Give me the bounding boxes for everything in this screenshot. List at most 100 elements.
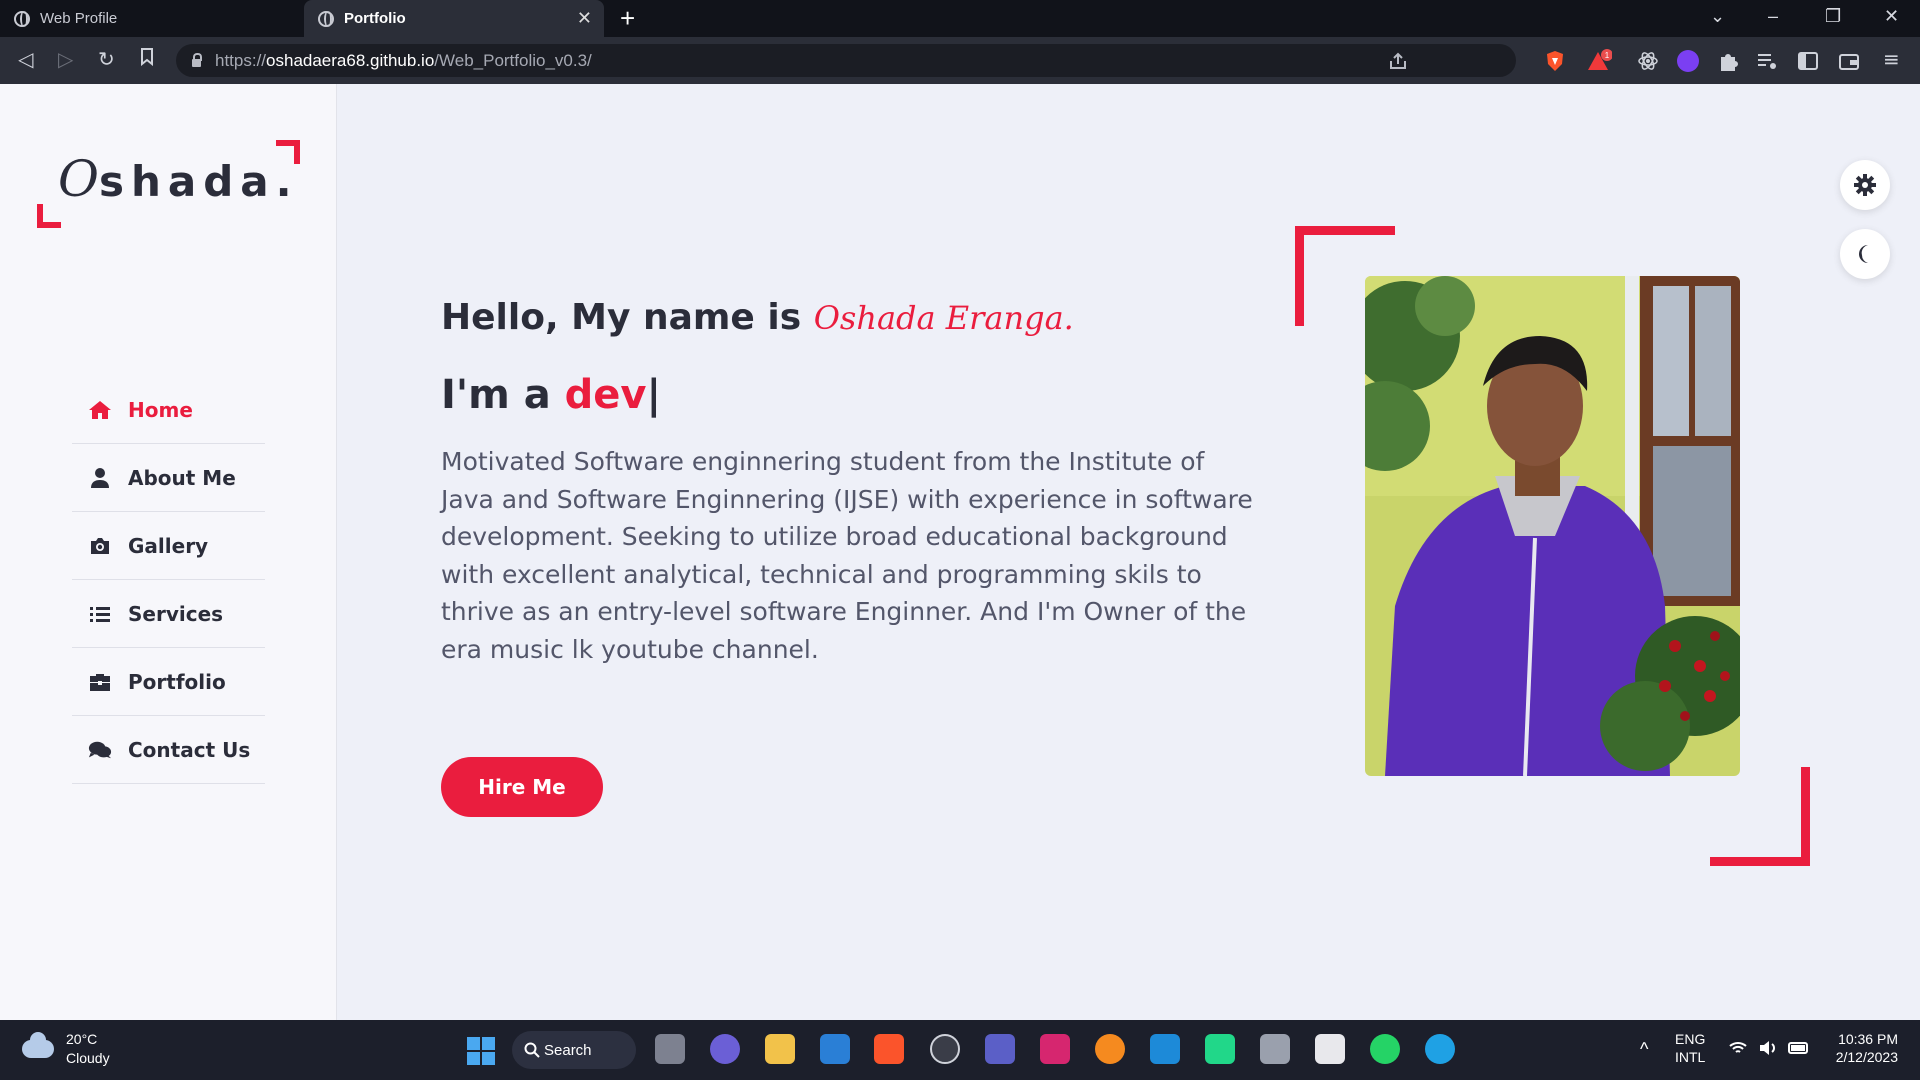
tab-label: Web Profile: [40, 10, 118, 27]
bookmark-icon[interactable]: [140, 47, 154, 71]
share-icon[interactable]: [1388, 52, 1408, 70]
restore-button[interactable]: ❐: [1825, 6, 1841, 27]
weather-condition: Cloudy: [66, 1050, 110, 1066]
media-queue-icon[interactable]: [1756, 50, 1778, 72]
hero-about-text: Motivated Software enginnering student f…: [441, 447, 1253, 664]
photo-bracket-top: [1295, 226, 1395, 235]
hero-greeting: Hello, My name is Oshada Eranga.: [441, 297, 1074, 338]
system-clock[interactable]: 10:36 PM 2/12/2023: [1828, 1030, 1898, 1066]
tab-portfolio[interactable]: Portfolio ✕: [304, 0, 604, 37]
edge-icon[interactable]: [1425, 1034, 1455, 1064]
user-icon: [88, 467, 112, 488]
sidebar-item-label: Gallery: [128, 533, 209, 558]
menu-icon[interactable]: ≡: [1883, 47, 1900, 71]
tab-search-dropdown-icon[interactable]: ⌄: [1710, 6, 1725, 27]
extension-purple-icon[interactable]: [1677, 50, 1699, 72]
sidebar-toggle-icon[interactable]: [1797, 50, 1819, 72]
back-button[interactable]: ◁: [18, 47, 33, 71]
mail-icon[interactable]: [820, 1034, 850, 1064]
photo-bracket-left: [1295, 226, 1304, 326]
address-bar[interactable]: https://oshadaera68.github.io/Web_Portfo…: [176, 44, 1516, 77]
home-icon: [88, 400, 112, 420]
svg-text:1: 1: [1605, 51, 1610, 60]
pycharm-icon[interactable]: [1205, 1034, 1235, 1064]
close-window-button[interactable]: ✕: [1884, 6, 1899, 27]
lock-icon: [192, 52, 202, 67]
logo-text: shada.: [99, 157, 299, 206]
wifi-icon[interactable]: [1728, 1040, 1748, 1056]
cloud-icon: [22, 1032, 54, 1058]
tab-web-profile[interactable]: Web Profile: [0, 0, 302, 37]
browser-tab-strip: Web Profile Portfolio ✕ + ⌄ – ❐ ✕: [0, 0, 1920, 37]
sidebar-item-contact[interactable]: Contact Us: [72, 716, 265, 784]
gear-icon: [1854, 174, 1876, 196]
sidebar-item-label: Services: [128, 601, 224, 626]
hire-me-button[interactable]: Hire Me: [441, 757, 603, 817]
sidebar-item-gallery[interactable]: Gallery: [72, 512, 265, 580]
whatsapp-icon[interactable]: [1370, 1034, 1400, 1064]
react-devtools-icon[interactable]: [1637, 50, 1659, 72]
role-typed-text: dev: [564, 372, 647, 418]
chat-icon[interactable]: [710, 1034, 740, 1064]
theme-toggle-button[interactable]: [1840, 229, 1890, 279]
photo-bracket-right: [1801, 767, 1810, 866]
clock-date: 2/12/2023: [1835, 1049, 1898, 1065]
teams-icon[interactable]: [985, 1034, 1015, 1064]
profile-photo: [1365, 276, 1740, 776]
brave-browser-icon[interactable]: [874, 1034, 904, 1064]
task-view-icon[interactable]: [655, 1034, 685, 1064]
vscode-icon[interactable]: [1150, 1034, 1180, 1064]
sidebar-item-label: Contact Us: [128, 737, 251, 762]
battery-icon[interactable]: [1788, 1040, 1810, 1056]
url-path: /Web_Portfolio_v0.3/: [434, 50, 592, 70]
obs-icon[interactable]: [930, 1034, 960, 1064]
search-icon: [524, 1042, 540, 1058]
sidebar-item-about[interactable]: About Me: [72, 444, 265, 512]
briefcase-icon: [88, 672, 112, 692]
hero-role: I'm a dev|: [441, 372, 661, 418]
logo-bracket-top-vert: [294, 140, 300, 164]
comments-icon: [88, 740, 112, 760]
extensions-puzzle-icon[interactable]: [1717, 50, 1739, 72]
ubuntu-icon[interactable]: [1095, 1034, 1125, 1064]
weather-widget[interactable]: 20°C Cloudy: [22, 1030, 110, 1068]
brave-rewards-icon[interactable]: 1: [1586, 49, 1612, 73]
settings-button[interactable]: [1840, 160, 1890, 210]
photo-bracket-bottom: [1710, 857, 1810, 866]
sidebar-item-label: Home: [128, 397, 193, 422]
volume-icon[interactable]: [1758, 1040, 1778, 1056]
tray-overflow-icon[interactable]: ^: [1640, 1040, 1648, 1058]
url-host: oshadaera68.github.io: [266, 50, 435, 70]
close-tab-icon[interactable]: ✕: [577, 8, 592, 29]
list-icon: [88, 605, 112, 623]
sidebar-item-services[interactable]: Services: [72, 580, 265, 648]
notepad-icon[interactable]: [1315, 1034, 1345, 1064]
tab-label: Portfolio: [344, 10, 406, 27]
site-logo[interactable]: Oshada.: [58, 150, 299, 208]
file-explorer-icon[interactable]: [765, 1034, 795, 1064]
wallet-icon[interactable]: [1838, 50, 1860, 72]
forward-button[interactable]: ▷: [58, 47, 73, 71]
database-icon[interactable]: [1260, 1034, 1290, 1064]
globe-icon: [318, 10, 334, 27]
hero-name: Oshada Eranga.: [813, 299, 1074, 337]
reload-button[interactable]: ↻: [98, 47, 115, 71]
moon-icon: [1859, 245, 1868, 263]
sidebar-item-label: About Me: [128, 465, 236, 490]
language-line2: INTL: [1675, 1049, 1706, 1065]
language-line1: ENG: [1675, 1031, 1706, 1047]
intellij-icon[interactable]: [1040, 1034, 1070, 1064]
clock-time: 10:36 PM: [1838, 1031, 1898, 1047]
sidebar-item-home[interactable]: Home: [72, 376, 265, 444]
new-tab-button[interactable]: +: [620, 3, 635, 34]
weather-temp: 20°C: [66, 1031, 98, 1047]
language-indicator[interactable]: ENG INTL: [1675, 1030, 1705, 1066]
brave-shields-icon[interactable]: [1544, 50, 1566, 72]
windows-start-icon[interactable]: [466, 1036, 496, 1066]
globe-icon: [14, 10, 30, 27]
logo-bracket-bottom-vert: [37, 204, 43, 228]
sidebar-nav: Home About Me Gallery Services Portfolio…: [72, 376, 265, 784]
minimize-button[interactable]: –: [1768, 6, 1778, 27]
taskbar-search[interactable]: Search: [512, 1031, 636, 1069]
sidebar-item-portfolio[interactable]: Portfolio: [72, 648, 265, 716]
